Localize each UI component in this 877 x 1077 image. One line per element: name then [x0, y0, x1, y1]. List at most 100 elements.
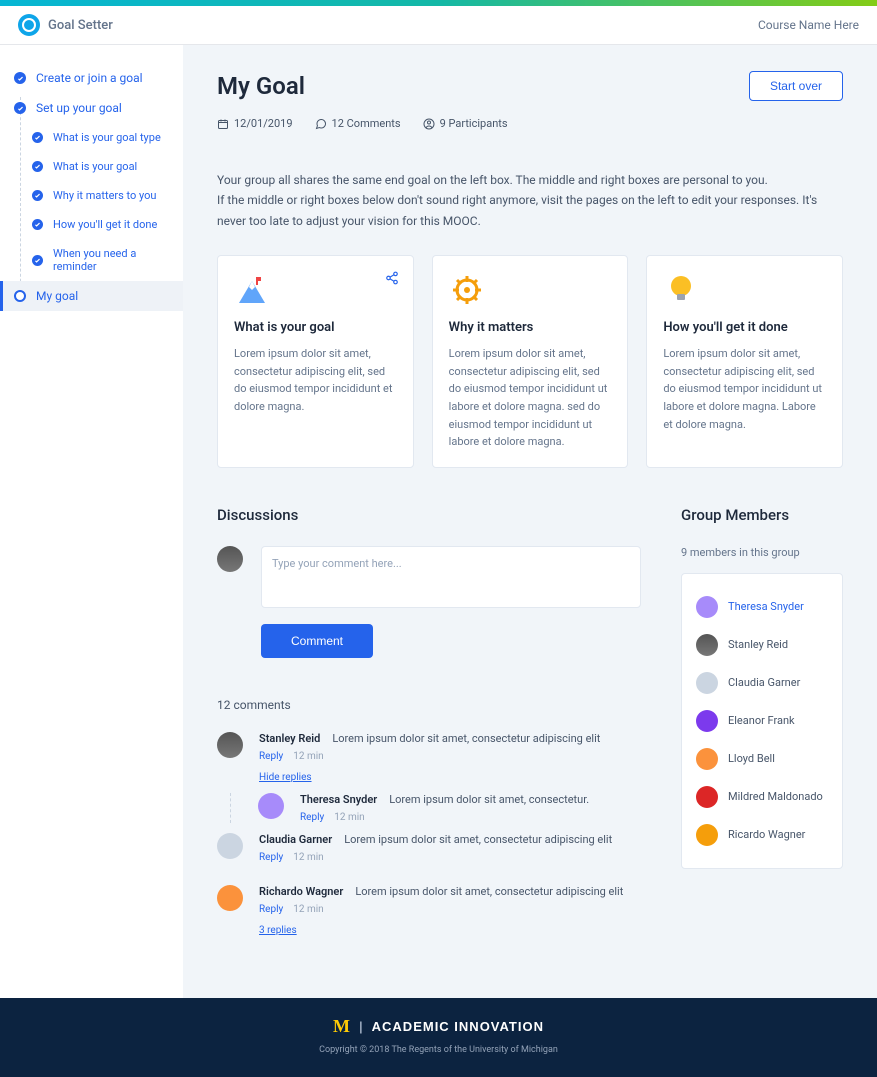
intro-text: Your group all shares the same end goal …	[217, 170, 843, 231]
card-title: Why it matters	[449, 320, 612, 335]
footer-brand-text: ACADEMIC INNOVATION	[372, 1019, 544, 1034]
current-user-avatar	[217, 546, 243, 572]
comment-item: Claudia Garner Lorem ipsum dolor sit amet…	[217, 833, 641, 863]
nav-item-set-up-goal[interactable]: Set up your goal	[0, 93, 183, 123]
footer-copyright: Copyright © 2018 The Regents of the Univ…	[0, 1045, 877, 1055]
meta-participants[interactable]: 9 Participants	[423, 117, 508, 130]
commenter-avatar[interactable]	[217, 885, 243, 911]
nav-sub-reminder[interactable]: When you need a reminder	[0, 239, 183, 281]
nav-sub-how-done[interactable]: How you'll get it done	[0, 210, 183, 239]
nav-item-my-goal[interactable]: My goal	[0, 281, 183, 311]
member-item[interactable]: Mildred Maldonado	[696, 778, 828, 816]
meta-date-text: 12/01/2019	[234, 117, 293, 130]
check-icon	[32, 255, 43, 266]
commenter-avatar[interactable]	[217, 833, 243, 859]
comment-text: Lorem ipsum dolor sit amet, consectetur …	[332, 732, 600, 745]
member-item[interactable]: Ricardo Wagner	[696, 816, 828, 854]
card-body: Lorem ipsum dolor sit amet, consectetur …	[234, 345, 397, 415]
nav-label: Set up your goal	[36, 101, 122, 115]
nav-label: When you need a reminder	[53, 247, 169, 273]
comment-input[interactable]	[261, 546, 641, 608]
member-name: Theresa Snyder	[728, 600, 804, 613]
comment-author[interactable]: Claudia Garner	[259, 833, 332, 846]
member-item[interactable]: Eleanor Frank	[696, 702, 828, 740]
start-over-button[interactable]: Start over	[749, 71, 843, 101]
member-avatar	[696, 786, 718, 808]
card-how-get-done[interactable]: How you'll get it done Lorem ipsum dolor…	[646, 255, 843, 468]
member-avatar	[696, 824, 718, 846]
nav-sub-why-matters[interactable]: Why it matters to you	[0, 181, 183, 210]
member-name: Mildred Maldonado	[728, 790, 823, 803]
comment-item: Stanley Reid Lorem ipsum dolor sit amet, …	[217, 732, 641, 783]
calendar-icon	[217, 118, 229, 130]
reply-text: Lorem ipsum dolor sit amet, consectetur.	[389, 793, 589, 806]
user-icon	[423, 118, 435, 130]
reply-link[interactable]: Reply	[300, 812, 324, 823]
member-name: Ricardo Wagner	[728, 828, 805, 841]
course-name[interactable]: Course Name Here	[758, 18, 859, 32]
mountain-icon	[234, 272, 270, 308]
footer-brand: M | ACADEMIC INNOVATION	[0, 1016, 877, 1037]
comment-author[interactable]: Stanley Reid	[259, 732, 320, 745]
meta-date: 12/01/2019	[217, 117, 293, 130]
page-footer: M | ACADEMIC INNOVATION Copyright © 2018…	[0, 998, 877, 1077]
wheel-icon	[449, 272, 485, 308]
member-item[interactable]: Stanley Reid	[696, 626, 828, 664]
replies-count-link[interactable]: 3 replies	[259, 925, 297, 936]
comment-time: 12 min	[293, 904, 323, 915]
reply-link[interactable]: Reply	[259, 852, 283, 863]
nav-label: Create or join a goal	[36, 71, 143, 85]
check-icon	[32, 132, 43, 143]
members-title: Group Members	[681, 506, 843, 524]
card-why-it-matters[interactable]: Why it matters Lorem ipsum dolor sit ame…	[432, 255, 629, 468]
reply-author[interactable]: Theresa Snyder	[300, 793, 377, 806]
check-icon	[32, 190, 43, 201]
comment-time: 12 min	[293, 852, 323, 863]
card-body: Lorem ipsum dolor sit amet, consectetur …	[449, 345, 612, 451]
share-icon[interactable]	[385, 270, 399, 289]
check-icon	[32, 161, 43, 172]
comment-text: Lorem ipsum dolor sit amet, consectetur …	[344, 833, 612, 846]
reply-link[interactable]: Reply	[259, 751, 283, 762]
brand-name: Goal Setter	[48, 18, 113, 33]
nav-label: What is your goal	[53, 160, 137, 173]
group-members-panel: Group Members 9 members in this group Th…	[681, 506, 843, 869]
nav-label: Why it matters to you	[53, 189, 157, 202]
meta-participants-text: 9 Participants	[440, 117, 508, 130]
reply-item: Theresa Snyder Lorem ipsum dolor sit amet…	[258, 793, 641, 823]
comment-item: Richardo WagnerLorem ipsum dolor sit ame…	[217, 885, 641, 936]
brand-logo-icon	[18, 14, 40, 36]
current-bullet-icon	[14, 290, 26, 302]
members-subtitle: 9 members in this group	[681, 546, 843, 559]
member-item[interactable]: Lloyd Bell	[696, 740, 828, 778]
nav-label: How you'll get it done	[53, 218, 157, 231]
member-name: Stanley Reid	[728, 638, 788, 651]
member-avatar	[696, 748, 718, 770]
reply-link[interactable]: Reply	[259, 904, 283, 915]
main-content: My Goal Start over 12/01/2019 12 Comment…	[183, 45, 877, 998]
card-body: Lorem ipsum dolor sit amet, consectetur …	[663, 345, 826, 433]
member-item[interactable]: Theresa Snyder	[696, 588, 828, 626]
comment-time: 12 min	[293, 751, 323, 762]
hide-replies-link[interactable]: Hide replies	[259, 772, 312, 783]
member-name: Lloyd Bell	[728, 752, 775, 765]
check-icon	[32, 219, 43, 230]
nav-sub-goal-type[interactable]: What is your goal type	[0, 123, 183, 152]
card-what-is-your-goal[interactable]: What is your goal Lorem ipsum dolor sit …	[217, 255, 414, 468]
check-icon	[14, 72, 26, 84]
member-name: Eleanor Frank	[728, 714, 795, 727]
meta-comments-text: 12 Comments	[332, 117, 401, 130]
member-item[interactable]: Claudia Garner	[696, 664, 828, 702]
comment-author[interactable]: Richardo Wagner	[259, 885, 343, 898]
sidebar-nav: Create or join a goal Set up your goal W…	[0, 45, 183, 998]
nav-sub-your-goal[interactable]: What is your goal	[0, 152, 183, 181]
brand[interactable]: Goal Setter	[18, 14, 113, 36]
nav-item-create-or-join[interactable]: Create or join a goal	[0, 63, 183, 93]
member-avatar	[696, 596, 718, 618]
commenter-avatar[interactable]	[217, 732, 243, 758]
discussions-section: Discussions Comment 12 comments Stanley …	[217, 506, 641, 958]
reply-avatar[interactable]	[258, 793, 284, 819]
comment-submit-button[interactable]: Comment	[261, 624, 373, 658]
comments-count: 12 comments	[217, 698, 641, 712]
meta-comments[interactable]: 12 Comments	[315, 117, 401, 130]
